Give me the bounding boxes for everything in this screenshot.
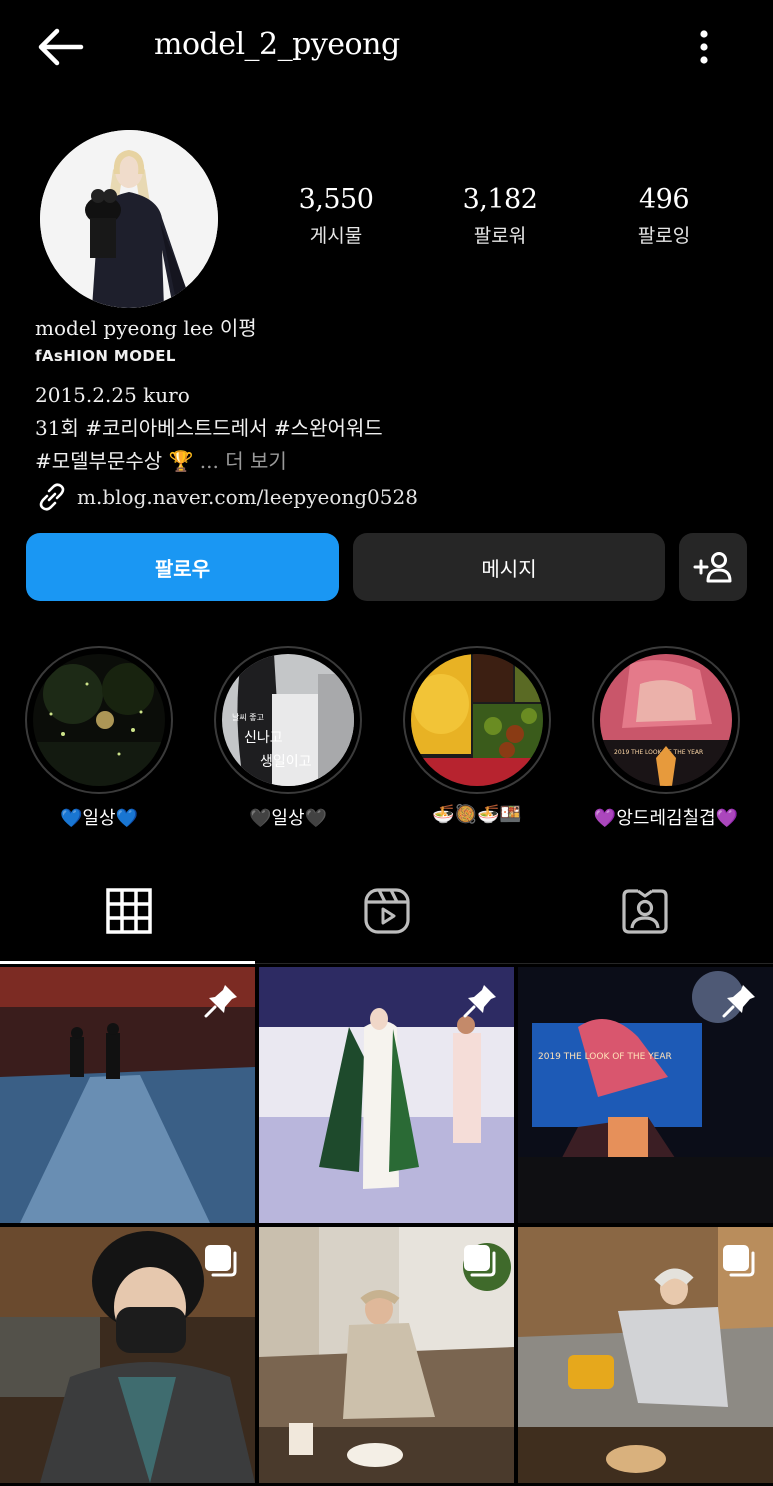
- followers-count: 3,182: [462, 184, 538, 215]
- link-icon: [39, 483, 65, 511]
- bio-line: 31회 #코리아베스트드레서 #스완어워드: [35, 416, 383, 440]
- profile-avatar[interactable]: [40, 130, 218, 308]
- highlight-overlay-line1: 신나고: [244, 730, 283, 746]
- profile-stats: 3,550 게시물 3,182 팔로워 496 팔로잉: [254, 184, 754, 264]
- carousel-icon: [205, 1245, 237, 1277]
- pin-icon: [722, 985, 755, 1018]
- carousel-icon: [723, 1245, 755, 1277]
- profile-category: fAsHION MODEL: [35, 347, 176, 365]
- message-button[interactable]: 메시지: [353, 533, 665, 601]
- highlight-ring: 2019 THE LOOK OF THE YEAR: [592, 646, 740, 794]
- profile-display-name: model pyeong lee 이평: [35, 316, 257, 340]
- reels-icon: [363, 888, 410, 934]
- pin-icon: [204, 985, 237, 1018]
- add-user-icon: [693, 552, 732, 583]
- highlight-label: 💜앙드레김칠겹💜: [593, 808, 739, 829]
- following-count: 496: [638, 184, 690, 215]
- followers-stat[interactable]: 3,182 팔로워: [418, 184, 582, 264]
- tab-reels[interactable]: [258, 858, 515, 964]
- profile-tabs: [0, 858, 773, 964]
- highlight-item[interactable]: 2019 THE LOOK OF THE YEAR 💜앙드레김칠겹💜: [591, 646, 741, 830]
- highlight-cover: 날씨 좋고 신나고 생일이고: [222, 654, 354, 786]
- tagged-user-icon: [621, 889, 668, 934]
- highlight-ring: [403, 646, 551, 794]
- posts-label: 게시물: [309, 225, 363, 247]
- posts-grid: 2019 THE LOOK OF THE YEAR: [0, 967, 773, 1486]
- story-highlights: 💙일상💙 날씨 좋고 신나고 생일이고 🖤일상🖤 🍜🥘🍜🍱 2019 THE L…: [0, 646, 773, 836]
- bio-text: #모델부문수상 🏆: [35, 449, 194, 473]
- followers-label: 팔로워: [473, 225, 527, 247]
- highlight-cover: 2019 THE LOOK OF THE YEAR: [600, 654, 732, 786]
- highlight-item[interactable]: 날씨 좋고 신나고 생일이고 🖤일상🖤: [213, 646, 363, 830]
- highlight-ring: [25, 646, 173, 794]
- posts-stat[interactable]: 3,550 게시물: [254, 184, 418, 264]
- carousel-icon: [464, 1245, 496, 1277]
- bio-line-last: #모델부문수상 🏆 ... 더 보기: [35, 445, 735, 478]
- grid-icon: [105, 888, 152, 934]
- bio-line: 2015.2.25 kuro: [35, 383, 190, 407]
- more-vertical-icon: [700, 30, 708, 64]
- following-stat[interactable]: 496 팔로잉: [582, 184, 746, 264]
- highlight-label: 💙일상💙: [60, 808, 138, 829]
- grid-post[interactable]: [259, 1227, 514, 1483]
- grid-post[interactable]: 2019 THE LOOK OF THE YEAR: [518, 967, 773, 1223]
- top-bar: model_2_pyeong: [0, 0, 773, 92]
- bio-link[interactable]: m.blog.naver.com/leepyeong0528: [77, 485, 418, 509]
- highlight-overlay-line2: 생일이고: [260, 754, 312, 770]
- suggest-users-button[interactable]: [679, 533, 747, 601]
- grid-post[interactable]: [518, 1227, 773, 1483]
- following-label: 팔로잉: [637, 225, 691, 247]
- pin-icon: [463, 985, 496, 1018]
- avatar-photo: [40, 130, 218, 308]
- tab-tagged[interactable]: [516, 858, 773, 964]
- grid-post[interactable]: [0, 967, 255, 1223]
- bio-link-row[interactable]: m.blog.naver.com/leepyeong0528: [35, 480, 735, 514]
- posts-count: 3,550: [298, 184, 374, 215]
- grid-post[interactable]: [0, 1227, 255, 1483]
- highlight-label: 🖤일상🖤: [249, 808, 327, 829]
- highlight-ring: 날씨 좋고 신나고 생일이고: [214, 646, 362, 794]
- highlight-cover: [33, 654, 165, 786]
- more-options-button[interactable]: [684, 22, 724, 72]
- highlight-overlay-small: 날씨 좋고: [232, 712, 264, 722]
- highlight-cover: [411, 654, 543, 786]
- grid-post[interactable]: [259, 967, 514, 1223]
- profile-bio: model pyeong lee 이평 fAsHION MODEL 2015.2…: [35, 312, 735, 514]
- arrow-left-icon: [38, 28, 84, 66]
- highlight-item[interactable]: 💙일상💙: [24, 646, 174, 830]
- profile-username: model_2_pyeong: [154, 27, 400, 62]
- active-tab-indicator: [0, 961, 255, 964]
- highlight-label: 🍜🥘🍜🍱: [432, 804, 522, 825]
- follow-button[interactable]: 팔로우: [26, 533, 339, 601]
- more-link[interactable]: ... 더 보기: [200, 449, 287, 473]
- tab-grid[interactable]: [0, 858, 257, 964]
- post-overlay-text: 2019 THE LOOK OF THE YEAR: [538, 1052, 672, 1062]
- back-button[interactable]: [30, 22, 90, 72]
- highlight-item[interactable]: 🍜🥘🍜🍱: [402, 646, 552, 825]
